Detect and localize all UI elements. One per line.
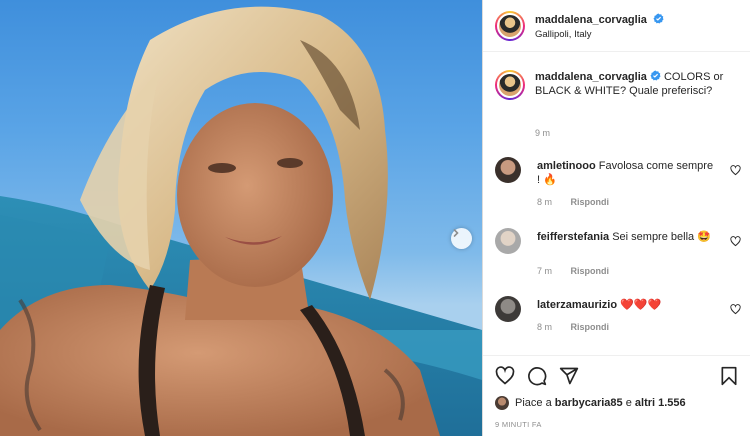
commenter-avatar[interactable] [495,157,521,183]
post-actions: Piace a barbycaria85 e altri 1.556 9 MIN… [483,355,750,436]
comment-time[interactable]: 8 m [537,197,552,207]
likes-summary: Piace a barbycaria85 e altri 1.556 [495,396,686,410]
commenter-username[interactable]: feifferstefania [537,231,609,243]
post-photo[interactable] [0,0,482,436]
chevron-right-icon [453,229,459,237]
caption-time[interactable]: 9 m [535,128,550,138]
reply-button[interactable]: Rispondi [571,266,610,276]
commenter-username[interactable]: amletinooo [537,160,596,172]
commenter-username[interactable]: laterzamaurizio [537,299,617,311]
verified-badge-icon [650,70,661,81]
comment-text: Sei sempre bella 🤩 [612,231,711,243]
liker-username[interactable]: barbycaria85 [555,397,623,409]
comment-item: amletinooo Favolosa come sempre ! 🔥 8 m … [495,157,741,207]
posted-time[interactable]: 9 MINUTI FA [495,420,542,429]
next-photo-button[interactable] [451,228,472,249]
post-header: maddalena_corvaglia Gallipoli, Italy [483,0,750,52]
selfie-photo-illustration [0,6,482,436]
author-username[interactable]: maddalena_corvaglia [535,14,647,26]
heart-icon[interactable] [730,165,741,176]
commenter-avatar[interactable] [495,296,521,322]
caption-avatar[interactable] [495,70,525,100]
bookmark-icon[interactable] [719,366,739,386]
comment-text: ❤️❤️❤️ [620,299,662,311]
reply-button[interactable]: Rispondi [571,197,610,207]
author-avatar[interactable] [495,11,525,41]
heart-icon[interactable] [495,366,515,386]
likes-connector: e [625,397,632,409]
post-location[interactable]: Gallipoli, Italy [535,29,664,40]
verified-badge-icon [653,13,664,24]
share-icon[interactable] [559,366,579,386]
liker-avatar[interactable] [495,396,509,410]
likes-others[interactable]: altri 1.556 [635,397,686,409]
comment-item: feifferstefania Sei sempre bella 🤩 7 m R… [495,228,741,278]
commenter-avatar[interactable] [495,228,521,254]
heart-icon[interactable] [730,236,741,247]
caption-username[interactable]: maddalena_corvaglia [535,71,647,83]
comment-item: laterzamaurizio ❤️❤️❤️ 8 m Rispondi [495,296,741,341]
reply-button[interactable]: Rispondi [571,322,610,332]
comment-time[interactable]: 7 m [537,266,552,276]
comment-time[interactable]: 8 m [537,322,552,332]
post-side-panel: maddalena_corvaglia Gallipoli, Italy mad… [482,0,750,436]
likes-prefix: Piace a [515,397,552,409]
comment-icon[interactable] [527,366,547,386]
heart-icon[interactable] [730,304,741,315]
